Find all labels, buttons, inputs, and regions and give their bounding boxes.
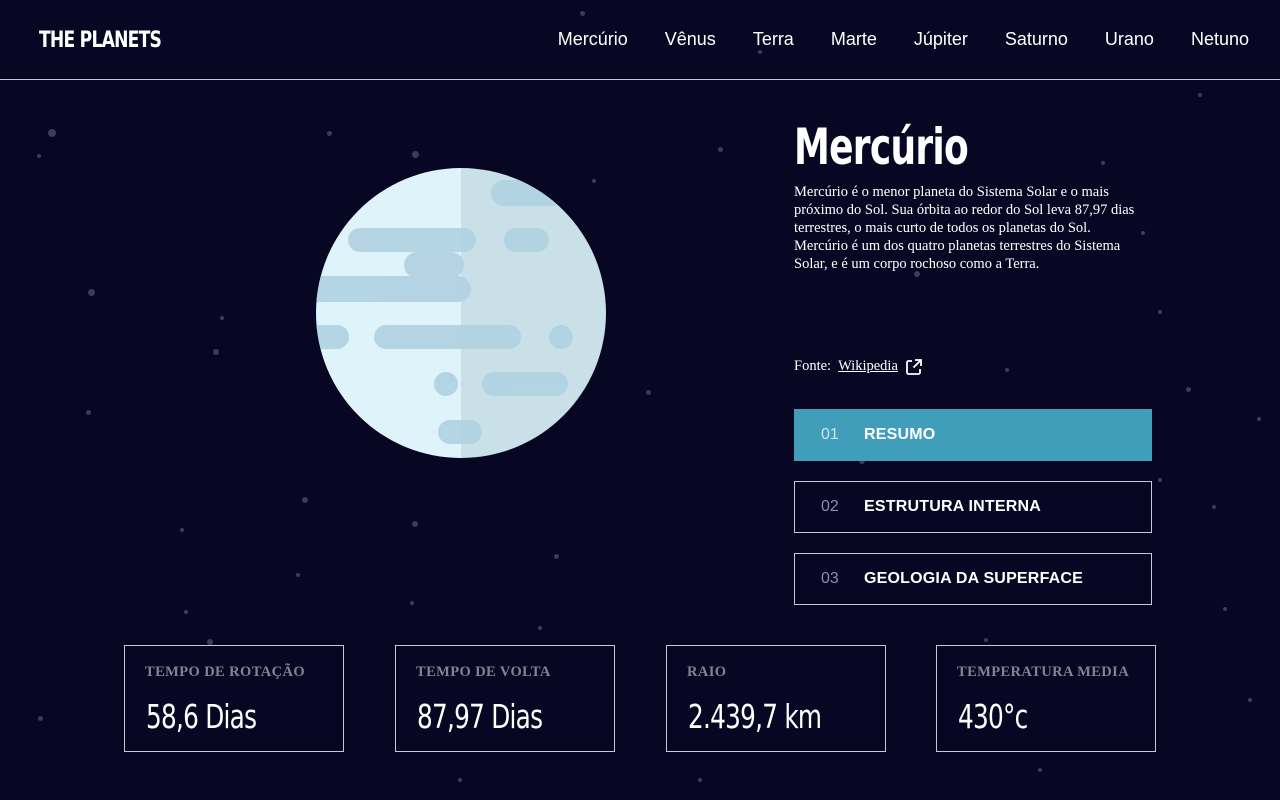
star bbox=[1038, 768, 1042, 772]
star bbox=[87, 288, 95, 296]
star bbox=[698, 778, 702, 782]
stat-rotation: TEMPO DE ROTAÇÃO 58,6 Dias bbox=[124, 645, 344, 752]
star bbox=[220, 316, 224, 320]
site-logo[interactable]: THE PLANETS bbox=[39, 28, 162, 53]
star bbox=[410, 601, 414, 605]
star bbox=[412, 521, 418, 527]
star bbox=[1158, 478, 1162, 482]
nav-urano[interactable]: Urano bbox=[1105, 29, 1154, 50]
nav-netuno[interactable]: Netuno bbox=[1191, 29, 1249, 50]
stat-value: 2.439,7 km bbox=[688, 697, 822, 736]
planet-nav: Mercúrio Vênus Terra Marte Júpiter Satur… bbox=[558, 29, 1249, 50]
tab-number: 01 bbox=[821, 426, 839, 443]
star bbox=[48, 129, 56, 137]
tab-geologia[interactable]: 03 GEOLOGIA DA SUPERFACE bbox=[794, 553, 1152, 605]
star bbox=[984, 638, 988, 642]
star bbox=[1185, 386, 1191, 392]
star bbox=[1248, 698, 1252, 702]
wikipedia-link[interactable]: Wikipedia bbox=[838, 358, 898, 375]
stat-revolution: TEMPO DE VOLTA 87,97 Dias bbox=[395, 645, 615, 752]
tab-label: GEOLOGIA DA SUPERFACE bbox=[864, 570, 1084, 587]
nav-marte[interactable]: Marte bbox=[831, 29, 877, 50]
star bbox=[85, 409, 91, 415]
stat-radius: RAIO 2.439,7 km bbox=[666, 645, 886, 752]
star bbox=[37, 715, 43, 721]
star bbox=[184, 610, 188, 614]
planet-title: Mercúrio bbox=[794, 118, 969, 176]
stat-value: 87,97 Dias bbox=[417, 697, 543, 736]
site-header: THE PLANETS Mercúrio Vênus Terra Marte J… bbox=[0, 0, 1280, 80]
stat-label: RAIO bbox=[687, 664, 727, 680]
source-label: Fonte: bbox=[794, 358, 832, 374]
star bbox=[717, 146, 723, 152]
star bbox=[326, 130, 332, 136]
source-line: Fonte: Wikipedia bbox=[794, 358, 922, 375]
star bbox=[1257, 417, 1261, 421]
stat-value: 58,6 Dias bbox=[146, 697, 257, 736]
tab-label: ESTRUTURA INTERNA bbox=[864, 498, 1042, 515]
nav-terra[interactable]: Terra bbox=[753, 29, 794, 50]
stat-value: 430°c bbox=[958, 697, 1028, 736]
nav-mercurio[interactable]: Mercúrio bbox=[558, 29, 628, 50]
nav-saturno[interactable]: Saturno bbox=[1005, 29, 1068, 50]
tab-estrutura-interna[interactable]: 02 ESTRUTURA INTERNA bbox=[794, 481, 1152, 533]
nav-venus[interactable]: Vênus bbox=[665, 29, 716, 50]
tab-resumo[interactable]: 01 RESUMO bbox=[794, 409, 1152, 461]
star bbox=[37, 154, 41, 158]
planet-description: Mercúrio é o menor planeta do Sistema So… bbox=[794, 184, 1135, 272]
star bbox=[458, 778, 462, 782]
planet-illustration bbox=[316, 168, 606, 458]
star bbox=[1005, 368, 1009, 372]
star bbox=[1158, 310, 1162, 314]
tab-label: RESUMO bbox=[864, 426, 936, 443]
star bbox=[1212, 505, 1216, 509]
star bbox=[302, 497, 308, 503]
tab-number: 02 bbox=[821, 498, 839, 515]
tab-number: 03 bbox=[821, 570, 839, 587]
star bbox=[538, 626, 542, 630]
star bbox=[645, 389, 651, 395]
star bbox=[1198, 93, 1202, 97]
content-tabs: 01 RESUMO 02 ESTRUTURA INTERNA 03 GEOLOG… bbox=[794, 409, 1152, 625]
star bbox=[296, 573, 300, 577]
star bbox=[180, 528, 184, 532]
stat-label: TEMPO DE VOLTA bbox=[416, 664, 551, 680]
star bbox=[213, 349, 219, 355]
star bbox=[411, 150, 419, 158]
star bbox=[1223, 607, 1227, 611]
stat-label: TEMPO DE ROTAÇÃO bbox=[145, 664, 305, 680]
stat-label: TEMPERATURA MEDIA bbox=[957, 664, 1130, 680]
stat-temperature: TEMPERATURA MEDIA 430°c bbox=[936, 645, 1156, 752]
star bbox=[553, 553, 559, 559]
planet-info: Mercúrio Mercúrio é o menor planeta do S… bbox=[794, 115, 1154, 375]
nav-jupiter[interactable]: Júpiter bbox=[914, 29, 968, 50]
external-link-icon[interactable] bbox=[905, 358, 922, 375]
